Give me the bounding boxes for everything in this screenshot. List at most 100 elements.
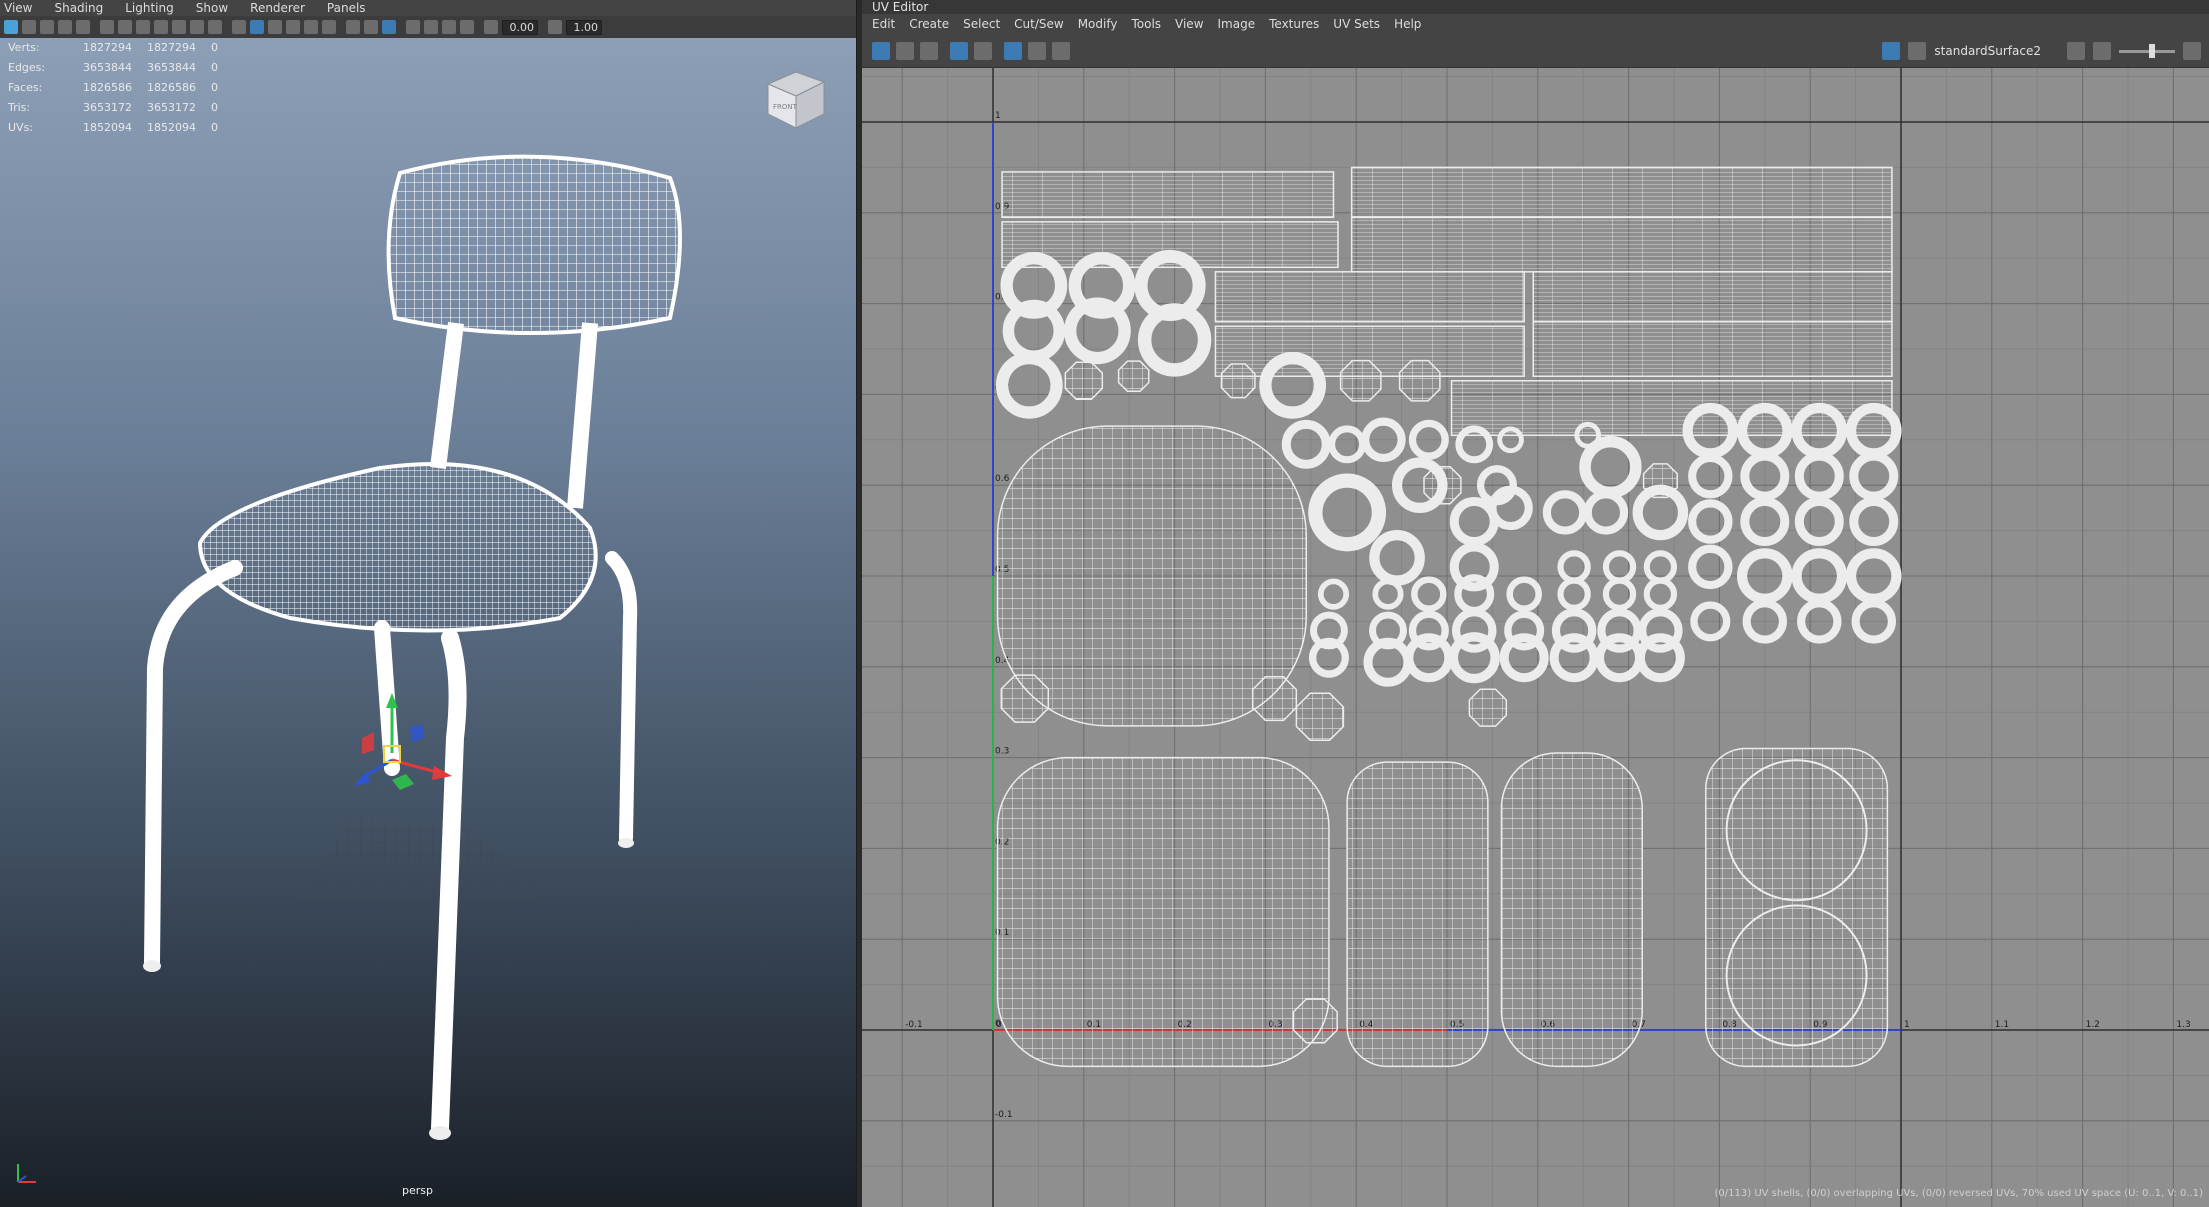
chair-leg-front-left: [144, 560, 243, 971]
select-camera-icon[interactable]: [4, 20, 18, 34]
uv-menu-textures[interactable]: Textures: [1269, 16, 1319, 32]
uv-distortion-icon[interactable]: [896, 41, 914, 60]
gamma-field[interactable]: 1.00: [566, 19, 602, 35]
uv-canvas[interactable]: -0.100.10.20.30.40.50.60.70.80.911.11.21…: [862, 68, 2209, 1207]
refresh-icon[interactable]: [2067, 42, 2085, 60]
slider-handle[interactable]: [2149, 43, 2155, 58]
viewport-3d-canvas[interactable]: Verts: 1827294 1827294 0 Edges: 3653844 …: [0, 38, 856, 1207]
save-image-icon[interactable]: [2093, 42, 2111, 60]
menu-renderer[interactable]: Renderer: [250, 0, 305, 16]
uv-shell-cap: [1423, 465, 1462, 505]
uv-screenshot-icon[interactable]: [1052, 41, 1070, 60]
resolution-gate-icon[interactable]: [154, 20, 168, 34]
chair-back-post-right: [567, 322, 598, 509]
shader-name-dropdown[interactable]: standardSurface2: [1934, 44, 2041, 58]
isolate-select-icon[interactable]: [406, 20, 420, 34]
film-gate-icon[interactable]: [136, 20, 150, 34]
ambient-occlusion-icon[interactable]: [346, 20, 360, 34]
uv-snapshot-icon[interactable]: [920, 41, 938, 60]
image-display-icon[interactable]: [1882, 42, 1901, 60]
camera-name-label: persp: [402, 1184, 433, 1197]
v-tick-label: 0.3: [995, 747, 1009, 757]
uv-shell-ring: [1372, 578, 1404, 610]
uv-shell-ring: [1449, 497, 1499, 546]
camera-attributes-icon[interactable]: [22, 20, 36, 34]
uv-shell-ring: [1448, 632, 1500, 684]
v-tick-label: 1: [995, 111, 1001, 121]
uv-menu-help[interactable]: Help: [1394, 16, 1421, 32]
uv-shell-back-front: [1346, 761, 1489, 1068]
chair-wireframe-model[interactable]: [0, 38, 856, 1207]
chair-seat: [197, 462, 598, 633]
uv-shell-ring: [1411, 576, 1447, 612]
uv-menu-edit[interactable]: Edit: [872, 16, 895, 32]
xray-icon[interactable]: [424, 20, 438, 34]
menu-lighting[interactable]: Lighting: [125, 0, 174, 16]
chair-backrest: [386, 154, 682, 335]
uv-shell-ring: [995, 351, 1063, 419]
exposure-field[interactable]: 0.00: [502, 19, 538, 35]
uv-grid-icon[interactable]: [950, 41, 968, 60]
motion-blur-icon[interactable]: [364, 20, 378, 34]
uv-shell-ring: [1794, 451, 1844, 501]
u-tick-label: 1.3: [2176, 1020, 2190, 1030]
u-tick-label: -0.1: [905, 1020, 923, 1030]
uv-shell-border-icon[interactable]: [872, 41, 890, 60]
uv-shell-strip: [1532, 271, 1893, 323]
move-manipulator-icon[interactable]: [354, 693, 452, 790]
uv-editor-toolbar: standardSurface2: [862, 34, 2209, 68]
uv-shell-ring: [1688, 544, 1733, 590]
uv-shell-strip: [1350, 216, 1893, 273]
smooth-shade-icon[interactable]: [250, 20, 264, 34]
2d-pan-zoom-icon[interactable]: [76, 20, 90, 34]
xray-components-icon[interactable]: [460, 20, 474, 34]
uv-shell-cap: [1117, 360, 1150, 393]
menu-panels[interactable]: Panels: [327, 0, 366, 16]
chair-foot-cap: [429, 1126, 451, 1140]
uv-menu-select[interactable]: Select: [963, 16, 1000, 32]
menu-shading[interactable]: Shading: [54, 0, 103, 16]
uv-shell-ring: [1595, 633, 1644, 683]
anti-aliasing-icon[interactable]: [382, 20, 396, 34]
uv-pixel-snap-icon[interactable]: [974, 41, 992, 60]
u-tick-label: 1.2: [2086, 1020, 2100, 1030]
grid-toggle-icon[interactable]: [118, 20, 132, 34]
safe-action-icon[interactable]: [208, 20, 222, 34]
field-chart-icon[interactable]: [190, 20, 204, 34]
uv-menu-cut-sew[interactable]: Cut/Sew: [1014, 16, 1064, 32]
grease-pencil-icon[interactable]: [100, 20, 114, 34]
uv-menu-create[interactable]: Create: [909, 16, 949, 32]
menu-view[interactable]: View: [4, 0, 32, 16]
uv-menu-modify[interactable]: Modify: [1078, 16, 1118, 32]
uv-menu-view[interactable]: View: [1175, 16, 1203, 32]
uv-menu-tools[interactable]: Tools: [1131, 16, 1161, 32]
v-tick-label: -0.1: [995, 1110, 1013, 1120]
textured-icon[interactable]: [286, 20, 300, 34]
uv-shell-ring: [1506, 576, 1542, 612]
exposure-icon[interactable]: [2183, 42, 2201, 60]
checker-map-icon[interactable]: [1908, 42, 1927, 60]
chair-foot-cap: [143, 960, 161, 972]
uv-shell-seat-top: [996, 425, 1308, 727]
uv-menu-image[interactable]: Image: [1218, 16, 1256, 32]
uv-shell-disc: [1725, 759, 1868, 902]
shadows-icon[interactable]: [322, 20, 336, 34]
gate-mask-icon[interactable]: [172, 20, 186, 34]
menu-show[interactable]: Show: [196, 0, 228, 16]
lights-icon[interactable]: [304, 20, 318, 34]
bookmark-icon[interactable]: [40, 20, 54, 34]
gamma-icon[interactable]: [548, 20, 562, 34]
uv-shell-cap: [1468, 688, 1508, 727]
exposure-icon[interactable]: [484, 20, 498, 34]
image-plane-icon[interactable]: [58, 20, 72, 34]
uv-checker-icon[interactable]: [1004, 41, 1022, 60]
uv-menu-uv-sets[interactable]: UV Sets: [1333, 16, 1380, 32]
wireframe-icon[interactable]: [232, 20, 246, 34]
default-material-icon[interactable]: [268, 20, 282, 34]
chair-foot-cap: [618, 838, 634, 848]
uv-display-image-icon[interactable]: [1028, 41, 1046, 60]
xray-joints-icon[interactable]: [442, 20, 456, 34]
dim-image-slider[interactable]: [2119, 43, 2175, 58]
uv-layout[interactable]: -0.100.10.20.30.40.50.60.70.80.911.11.21…: [862, 68, 2209, 1207]
uv-shell-cap: [1220, 363, 1256, 399]
